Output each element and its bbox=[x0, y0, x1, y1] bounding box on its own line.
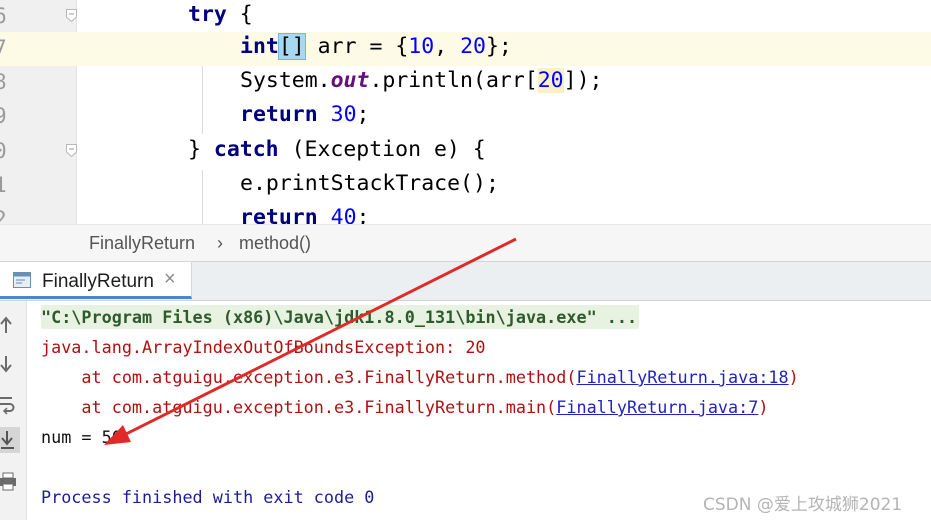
stacktrace-link[interactable]: FinallyReturn.java:18 bbox=[576, 367, 788, 387]
code-text: return 40; bbox=[240, 205, 370, 224]
soft-wrap-icon[interactable] bbox=[0, 391, 20, 417]
code-line[interactable]: 2 return 40; bbox=[0, 203, 931, 224]
console-command-line: "C:\Program Files (x86)\Java\jdk1.8.0_13… bbox=[41, 305, 640, 329]
console-icon bbox=[13, 272, 31, 288]
line-number: 6 bbox=[0, 4, 7, 28]
code-line[interactable]: 1 e.printStackTrace(); bbox=[0, 169, 931, 203]
line-number: 7 bbox=[0, 36, 7, 60]
code-line[interactable]: 6 try { bbox=[0, 0, 931, 34]
console-output-line: num = 50 bbox=[41, 427, 122, 447]
code-text: e.printStackTrace(); bbox=[240, 171, 499, 196]
scroll-to-end-icon[interactable] bbox=[0, 427, 20, 453]
breadcrumb: FinallyReturn › method() bbox=[0, 224, 931, 262]
code-line[interactable]: 9 return 30; bbox=[0, 100, 931, 134]
stacktrace-line: at com.atguigu.exception.e3.FinallyRetur… bbox=[41, 367, 799, 387]
code-line[interactable]: 0 } catch (Exception e) { bbox=[0, 135, 931, 169]
close-icon[interactable]: × bbox=[164, 269, 176, 289]
code-editor[interactable]: 6 try { 7 int[] arr = {10, 20}; 8 System… bbox=[0, 0, 931, 224]
down-arrow-icon[interactable] bbox=[0, 351, 20, 377]
line-number: 8 bbox=[0, 70, 7, 94]
tab-finallyreturn[interactable]: FinallyReturn × bbox=[0, 262, 192, 299]
breadcrumb-class[interactable]: FinallyReturn bbox=[89, 233, 195, 254]
watermark: CSDN @爱上攻城狮2021 bbox=[703, 495, 903, 515]
line-number: 1 bbox=[0, 173, 7, 197]
code-line[interactable]: 8 System.out.println(arr[20]); bbox=[0, 66, 931, 100]
code-text: try { bbox=[188, 2, 253, 27]
tab-label: FinallyReturn bbox=[42, 271, 154, 292]
console-toolbar bbox=[0, 301, 27, 520]
code-line-current[interactable]: 7 int[] arr = {10, 20}; bbox=[0, 32, 931, 66]
run-tool-window-header: FinallyReturn × bbox=[0, 262, 931, 301]
stacktrace-line: at com.atguigu.exception.e3.FinallyRetur… bbox=[41, 397, 769, 417]
line-number: 9 bbox=[0, 104, 7, 128]
fold-marker-icon[interactable] bbox=[66, 144, 77, 157]
up-arrow-icon[interactable] bbox=[0, 313, 20, 339]
process-finished-line: Process finished with exit code 0 bbox=[41, 487, 375, 507]
console-output[interactable]: "C:\Program Files (x86)\Java\jdk1.8.0_13… bbox=[27, 301, 931, 520]
line-number: 0 bbox=[0, 139, 7, 163]
bracket-highlight: [] bbox=[277, 33, 306, 60]
line-number: 2 bbox=[0, 207, 7, 224]
code-text: System.out.println(arr[20]); bbox=[240, 68, 603, 93]
code-text: } catch (Exception e) { bbox=[188, 137, 486, 162]
breadcrumb-method[interactable]: method() bbox=[239, 233, 311, 254]
breadcrumb-separator: › bbox=[217, 233, 223, 253]
fold-marker-icon[interactable] bbox=[66, 9, 77, 22]
console-exception: java.lang.ArrayIndexOutOfBoundsException… bbox=[41, 337, 486, 357]
code-text: return 30; bbox=[240, 102, 370, 127]
print-icon[interactable] bbox=[0, 469, 20, 495]
stacktrace-link[interactable]: FinallyReturn.java:7 bbox=[556, 397, 758, 417]
code-text: int[] arr = {10, 20}; bbox=[240, 33, 512, 60]
